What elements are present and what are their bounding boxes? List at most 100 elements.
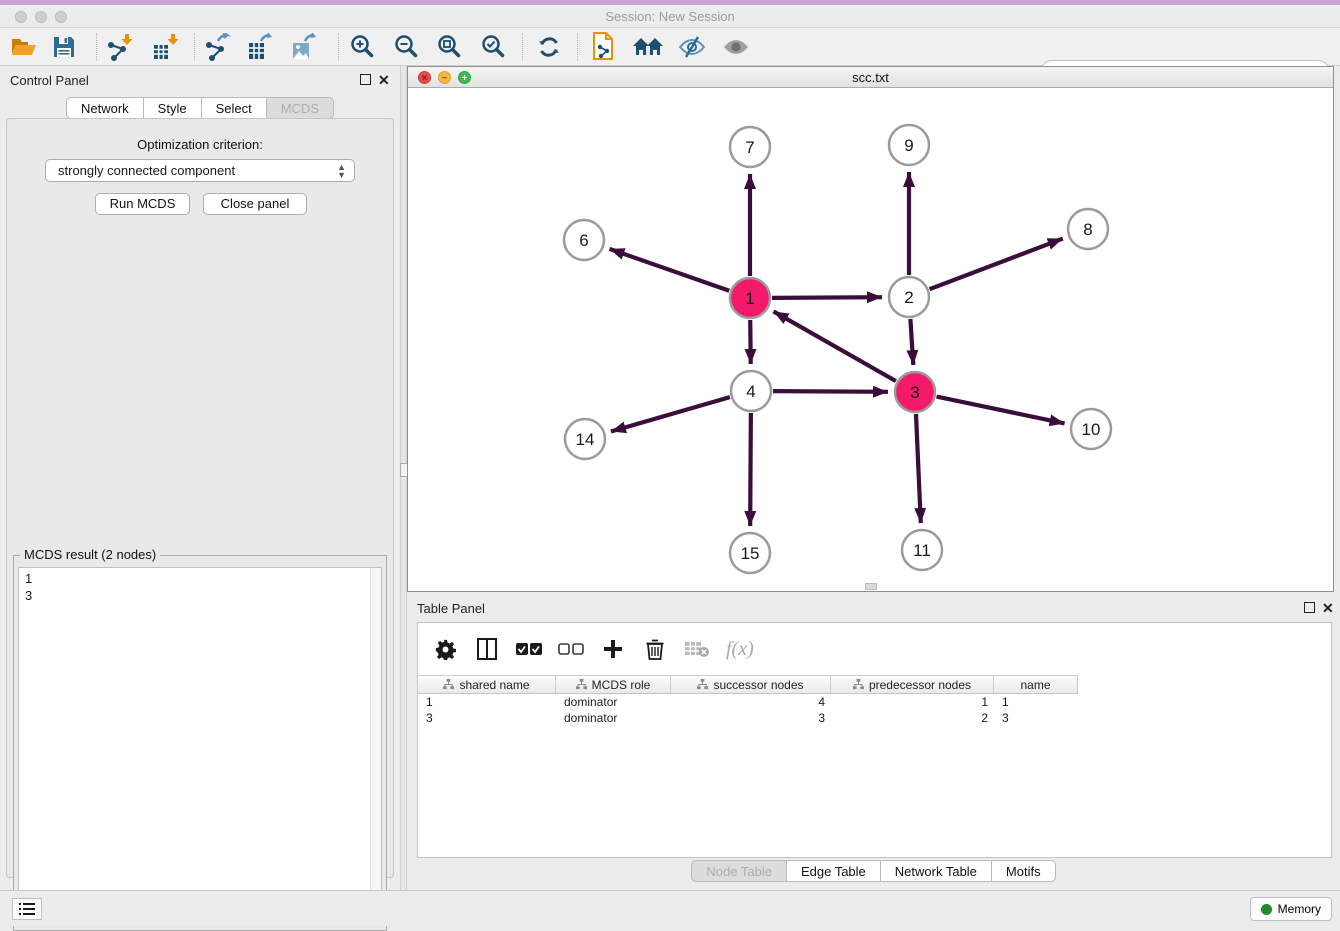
column-header-name[interactable]: name bbox=[994, 675, 1078, 694]
table-row[interactable]: 3dominator323 bbox=[418, 710, 1331, 726]
column-label: predecessor nodes bbox=[869, 678, 971, 692]
zoom-fit-button[interactable] bbox=[431, 32, 467, 62]
graph-edge-2-8[interactable] bbox=[930, 239, 1063, 290]
graph-edge-3-1[interactable] bbox=[773, 311, 895, 381]
close-panel-button[interactable]: Close panel bbox=[203, 193, 307, 215]
graph-node-15[interactable]: 15 bbox=[730, 533, 770, 573]
graph-edge-1-2[interactable] bbox=[772, 297, 882, 298]
apply-layout-button[interactable] bbox=[531, 32, 567, 62]
optimization-criterion-select[interactable]: strongly connected component ▲▼ bbox=[45, 159, 355, 182]
show-graphics-details-button[interactable] bbox=[718, 32, 754, 62]
table-cell[interactable]: 1 bbox=[418, 694, 556, 710]
table-cell[interactable]: 1 bbox=[994, 694, 1078, 710]
split-panel-button[interactable] bbox=[474, 636, 500, 662]
result-scrollbar[interactable] bbox=[370, 568, 381, 925]
tab-mcds[interactable]: MCDS bbox=[267, 97, 334, 119]
table-cell[interactable]: 2 bbox=[831, 710, 994, 726]
memory-status-icon bbox=[1261, 904, 1272, 915]
column-header-successor-nodes[interactable]: successor nodes bbox=[671, 675, 831, 694]
zoom-in-button[interactable] bbox=[344, 32, 380, 62]
table-cell[interactable]: 3 bbox=[994, 710, 1078, 726]
hide-graphics-details-button[interactable] bbox=[674, 32, 710, 62]
graph-node-2[interactable]: 2 bbox=[889, 277, 929, 317]
graph-node-7[interactable]: 7 bbox=[730, 127, 770, 167]
zoom-selected-button[interactable] bbox=[475, 32, 511, 62]
control-panel-float-button[interactable] bbox=[360, 74, 371, 85]
graph-edge-4-15[interactable] bbox=[750, 413, 751, 526]
column-label: name bbox=[1020, 678, 1050, 692]
unchecked-boxes-icon bbox=[558, 643, 584, 656]
list-icon bbox=[19, 902, 35, 916]
apply-function-button[interactable]: f(x) bbox=[726, 638, 754, 661]
graph-node-3[interactable]: 3 bbox=[895, 372, 935, 412]
graph-edge-4-3[interactable] bbox=[773, 391, 888, 392]
zoom-fit-icon bbox=[436, 34, 462, 60]
table-cell[interactable]: dominator bbox=[556, 710, 671, 726]
deselect-all-button[interactable] bbox=[558, 636, 584, 662]
zoom-selected-icon bbox=[480, 34, 506, 60]
export-table-button[interactable] bbox=[243, 32, 279, 62]
zoom-out-button[interactable] bbox=[388, 32, 424, 62]
select-all-button[interactable] bbox=[516, 636, 542, 662]
export-network-icon bbox=[204, 33, 232, 61]
graph-edge-2-3[interactable] bbox=[910, 319, 913, 365]
graph-node-4[interactable]: 4 bbox=[731, 371, 771, 411]
table-cell[interactable]: dominator bbox=[556, 694, 671, 710]
graph-node-11[interactable]: 11 bbox=[902, 530, 942, 570]
export-image-button[interactable] bbox=[287, 32, 323, 62]
export-network-button[interactable] bbox=[200, 32, 236, 62]
open-session-button[interactable] bbox=[6, 32, 42, 62]
table-cell[interactable]: 1 bbox=[831, 694, 994, 710]
graph-edge-3-11[interactable] bbox=[916, 414, 921, 523]
table-tab-edge-table[interactable]: Edge Table bbox=[787, 860, 881, 882]
tab-style[interactable]: Style bbox=[144, 97, 202, 119]
add-column-button[interactable] bbox=[600, 636, 626, 662]
graph-node-1[interactable]: 1 bbox=[730, 278, 770, 318]
eye-slash-icon bbox=[678, 35, 706, 59]
mcds-result-text[interactable]: 1 3 bbox=[18, 567, 382, 926]
table-tab-node-table[interactable]: Node Table bbox=[691, 860, 787, 882]
table-cell[interactable]: 4 bbox=[671, 694, 831, 710]
table-row[interactable]: 1dominator411 bbox=[418, 694, 1331, 710]
graph-node-6[interactable]: 6 bbox=[564, 220, 604, 260]
trash-icon bbox=[646, 639, 664, 660]
delete-table-button[interactable] bbox=[684, 636, 710, 662]
import-table-button[interactable] bbox=[148, 32, 184, 62]
criterion-value: strongly connected component bbox=[58, 163, 337, 178]
graph-node-9[interactable]: 9 bbox=[889, 125, 929, 165]
node-label: 2 bbox=[904, 288, 913, 307]
first-neighbors-button[interactable] bbox=[630, 32, 666, 62]
table-tab-network-table[interactable]: Network Table bbox=[881, 860, 992, 882]
delete-column-button[interactable] bbox=[642, 636, 668, 662]
control-panel-close-button[interactable]: ✕ bbox=[378, 72, 390, 89]
graph-edge-3-10[interactable] bbox=[937, 397, 1065, 424]
tab-select[interactable]: Select bbox=[202, 97, 267, 119]
table-cell[interactable]: 3 bbox=[671, 710, 831, 726]
table-panel-float-button[interactable] bbox=[1304, 602, 1315, 613]
run-mcds-button[interactable]: Run MCDS bbox=[95, 193, 190, 215]
table-cell[interactable]: 3 bbox=[418, 710, 556, 726]
table-tab-motifs[interactable]: Motifs bbox=[992, 860, 1056, 882]
memory-button[interactable]: Memory bbox=[1250, 897, 1332, 921]
column-header-MCDS-role[interactable]: MCDS role bbox=[556, 675, 671, 694]
control-panel-title: Control Panel bbox=[10, 73, 89, 88]
graph-edge-1-6[interactable] bbox=[609, 249, 729, 291]
table-panel-close-button[interactable]: ✕ bbox=[1322, 600, 1334, 617]
save-session-button[interactable] bbox=[46, 32, 82, 62]
graph-node-14[interactable]: 14 bbox=[565, 419, 605, 459]
graph-node-10[interactable]: 10 bbox=[1071, 409, 1111, 449]
tab-network[interactable]: Network bbox=[66, 97, 144, 119]
new-network-from-selection-button[interactable] bbox=[586, 32, 622, 62]
import-network-button[interactable] bbox=[102, 32, 138, 62]
task-history-button[interactable] bbox=[12, 898, 42, 920]
panel-splitter[interactable] bbox=[400, 66, 407, 890]
table-settings-button[interactable] bbox=[432, 636, 458, 662]
refresh-icon bbox=[536, 34, 562, 60]
column-header-predecessor-nodes[interactable]: predecessor nodes bbox=[831, 675, 994, 694]
canvas-hscroll-thumb[interactable] bbox=[865, 583, 877, 590]
network-frame-titlebar[interactable]: × − + scc.txt bbox=[408, 67, 1333, 88]
graph-edge-4-14[interactable] bbox=[611, 397, 730, 431]
graph-node-8[interactable]: 8 bbox=[1068, 209, 1108, 249]
column-header-shared-name[interactable]: shared name bbox=[418, 675, 556, 694]
network-canvas[interactable]: 7 9 6 8 1 2 4 3 14 10 15 11 bbox=[408, 89, 1333, 591]
